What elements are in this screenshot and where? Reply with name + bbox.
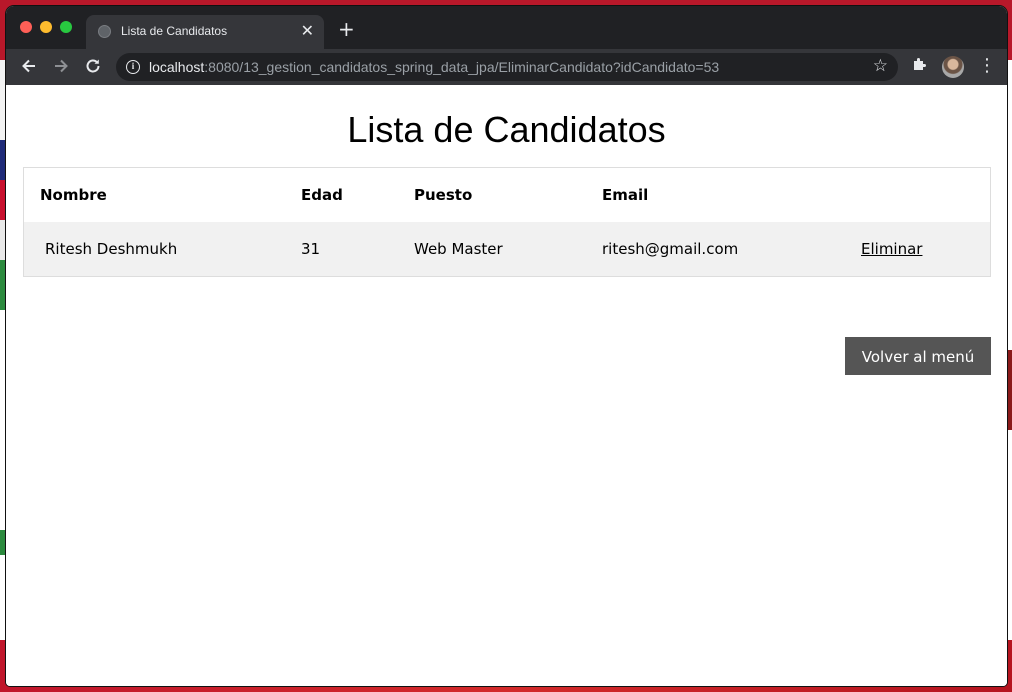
table-header-row: Nombre Edad Puesto Email xyxy=(23,167,991,222)
header-edad: Edad xyxy=(301,167,414,222)
url-text[interactable]: localhost:8080/13_gestion_candidatos_spr… xyxy=(149,59,719,75)
eliminar-link[interactable]: Eliminar xyxy=(861,240,922,258)
kebab-menu-icon[interactable]: ⋮ xyxy=(978,56,996,76)
info-icon[interactable]: i xyxy=(126,60,140,74)
profile-avatar[interactable] xyxy=(942,56,964,78)
back-arrow-icon[interactable] xyxy=(20,57,38,80)
header-action xyxy=(861,167,991,222)
maximize-window-button[interactable] xyxy=(60,21,72,33)
url-path: :8080/13_gestion_candidatos_spring_data_… xyxy=(204,59,720,75)
new-tab-icon[interactable]: + xyxy=(338,19,355,39)
cell-action: Eliminar xyxy=(861,222,991,277)
title-bar: Lista de Candidatos ✕ + xyxy=(6,6,1007,49)
close-window-button[interactable] xyxy=(20,21,32,33)
candidates-table: Nombre Edad Puesto Email Ritesh Deshmukh… xyxy=(23,167,991,277)
page-title: Lista de Candidatos xyxy=(347,109,666,150)
back-to-menu-button[interactable]: Volver al menú xyxy=(845,337,991,375)
bookmark-star-icon[interactable]: ☆ xyxy=(873,56,888,76)
extensions-puzzle-icon[interactable] xyxy=(912,56,928,76)
globe-icon xyxy=(98,25,111,38)
header-puesto: Puesto xyxy=(414,167,602,222)
reload-icon[interactable] xyxy=(84,57,102,80)
minimize-window-button[interactable] xyxy=(40,21,52,33)
cell-puesto: Web Master xyxy=(414,240,503,258)
tab-title: Lista de Candidatos xyxy=(121,24,228,38)
header-email: Email xyxy=(602,167,861,222)
close-tab-icon[interactable]: ✕ xyxy=(301,22,314,40)
header-nombre: Nombre xyxy=(23,167,301,222)
cell-nombre: Ritesh Deshmukh xyxy=(45,240,178,258)
address-bar[interactable]: i localhost:8080/13_gestion_candidatos_s… xyxy=(116,53,898,81)
table-row: Ritesh Deshmukh 31 Web Master ritesh@gma… xyxy=(23,222,991,277)
browser-toolbar: i localhost:8080/13_gestion_candidatos_s… xyxy=(6,49,1007,85)
browser-window: Lista de Candidatos ✕ + i localhost:8080… xyxy=(6,6,1007,686)
url-host: localhost xyxy=(149,59,205,75)
cell-email: ritesh@gmail.com xyxy=(602,240,739,258)
browser-tab[interactable]: Lista de Candidatos ✕ xyxy=(86,15,324,49)
forward-arrow-icon[interactable] xyxy=(52,57,70,80)
page-content: Lista de Candidatos Nombre Edad Puesto E… xyxy=(6,85,1007,686)
cell-edad: 31 xyxy=(301,240,321,258)
